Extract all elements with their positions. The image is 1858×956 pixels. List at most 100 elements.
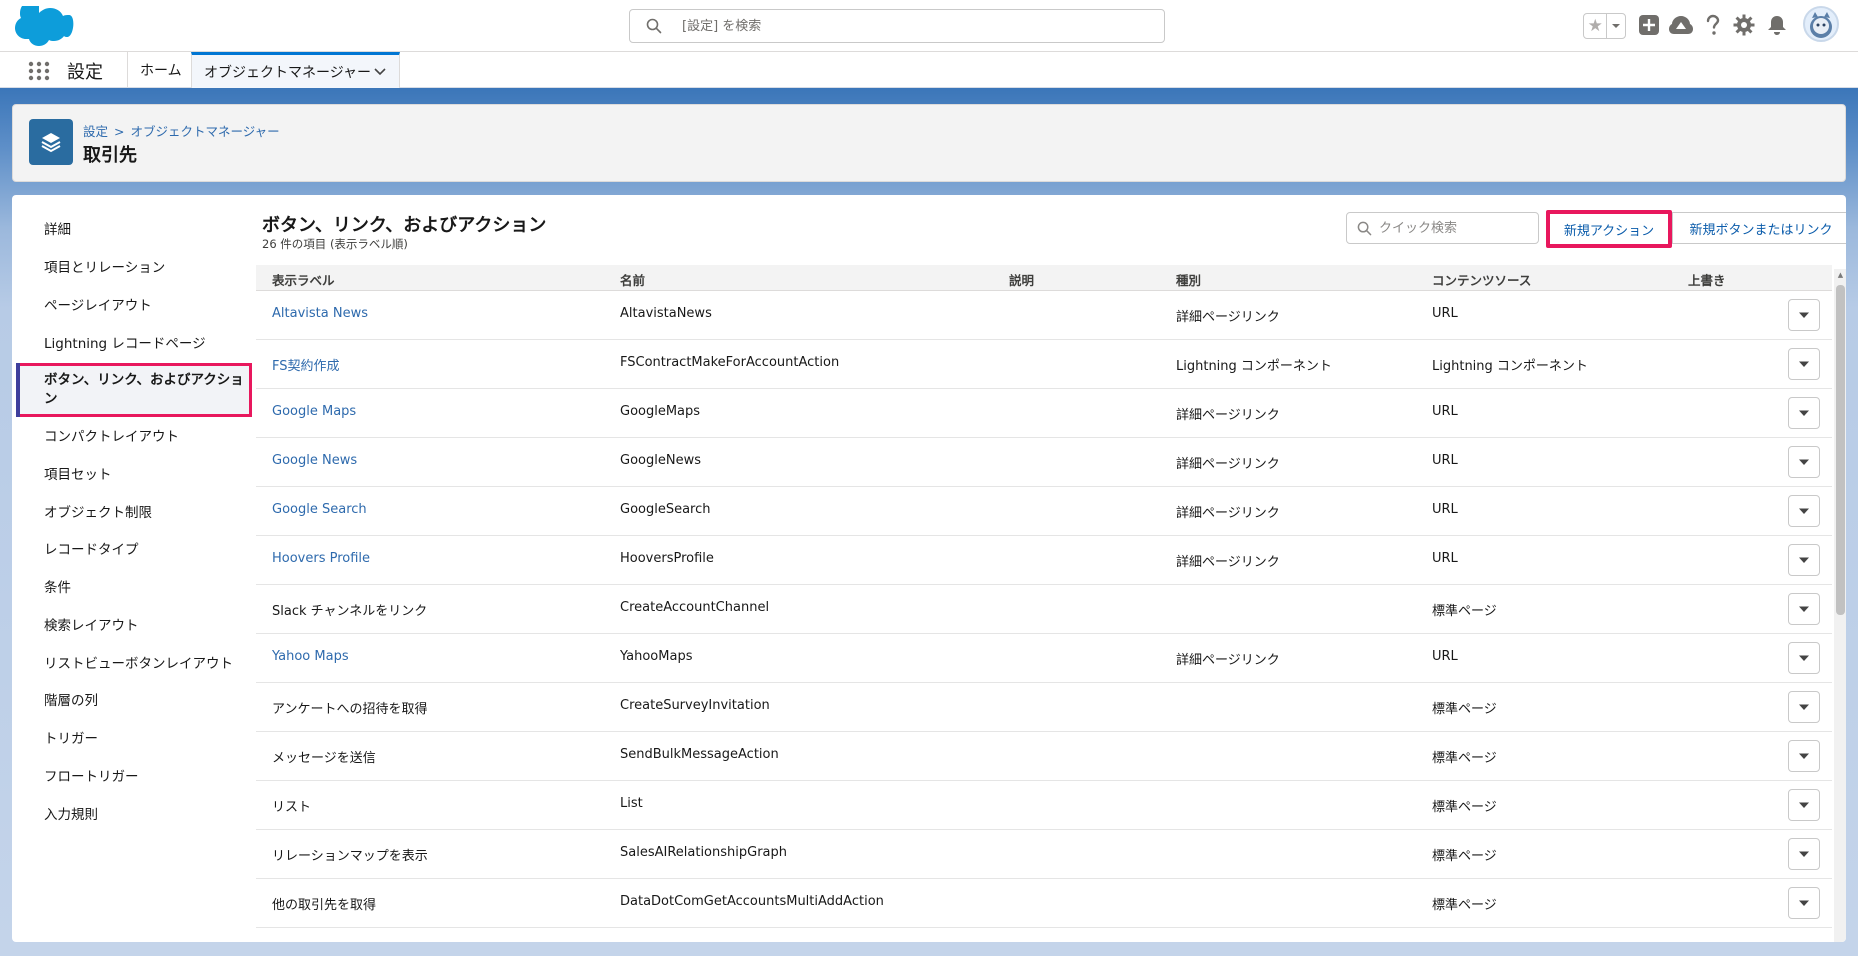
table-row: FS契約作成 FSContractMakeForAccountAction Ligh… [256, 340, 1832, 389]
cell-label[interactable]: FS契約作成 [272, 355, 340, 374]
row-actions-button[interactable] [1788, 789, 1820, 821]
row-actions-button[interactable] [1788, 642, 1820, 674]
chevron-down-icon [1799, 557, 1809, 563]
row-actions-button[interactable] [1788, 446, 1820, 478]
cell-source: 標準ページ [1432, 702, 1497, 717]
cell-name: HooversProfile [620, 551, 714, 566]
cell-label[interactable]: Hoovers Profile [272, 551, 370, 566]
quick-search[interactable] [1346, 212, 1539, 244]
tab-object-manager[interactable]: オブジェクトマネージャー [191, 52, 400, 88]
app-name: 設定 [67, 62, 103, 83]
table-row: リレーションマップを表示 SalesAIRelationshipGraph 標準ペー… [256, 830, 1832, 879]
sidebar-item-flow-triggers[interactable]: フロートリガー [12, 768, 252, 787]
question-icon[interactable] [1700, 12, 1726, 38]
row-actions-button[interactable] [1788, 397, 1820, 429]
chevron-down-icon [1799, 361, 1809, 367]
column-header-label[interactable]: 表示ラベル [272, 270, 335, 289]
global-search[interactable] [629, 9, 1165, 43]
cell-label[interactable]: Google Search [272, 502, 367, 517]
row-actions-button[interactable] [1788, 887, 1820, 919]
table-row: メッセージを送信 SendBulkMessageAction 標準ページ [256, 732, 1832, 781]
waffle-icon[interactable] [28, 61, 50, 81]
page-header: 設定 > オブジェクトマネージャー 取引先 [12, 104, 1846, 182]
row-actions-button[interactable] [1788, 544, 1820, 576]
row-actions-button[interactable] [1788, 348, 1820, 380]
cell-type: 詳細ページリンク [1176, 408, 1280, 423]
table-row: Google Search GoogleSearch 詳細ページリンク URL [256, 487, 1832, 536]
breadcrumb-object-manager[interactable]: オブジェクトマネージャー [130, 124, 279, 139]
cell-name: SendBulkMessageAction [620, 747, 779, 762]
new-button-or-link-button[interactable]: 新規ボタンまたはリンク [1672, 212, 1846, 244]
sidebar-item-field-sets[interactable]: 項目セット [12, 466, 252, 485]
cell-source: 標準ページ [1432, 898, 1497, 913]
column-header-type[interactable]: 種別 [1176, 270, 1201, 289]
search-icon [646, 18, 662, 34]
salesforce-logo[interactable] [14, 6, 74, 48]
cell-name: FSContractMakeForAccountAction [620, 355, 840, 370]
cell-name: AltavistaNews [620, 306, 712, 321]
new-action-button[interactable]: 新規アクション [1546, 210, 1672, 248]
row-actions-button[interactable] [1788, 495, 1820, 527]
page-title: 取引先 [83, 145, 137, 166]
gear-icon[interactable] [1731, 12, 1757, 38]
bell-icon[interactable] [1764, 12, 1790, 38]
star-icon[interactable]: ★ [1584, 14, 1608, 38]
cell-label: メッセージを送信 [272, 751, 376, 766]
breadcrumb-separator: > [114, 124, 125, 139]
sidebar-item-list-view-buttons[interactable]: リストビューボタンレイアウト [12, 655, 252, 674]
cell-source: URL [1432, 649, 1458, 664]
cell-source: 標準ページ [1432, 800, 1497, 815]
sidebar-item-conditions[interactable]: 条件 [12, 579, 252, 598]
layers-icon [29, 119, 73, 165]
cell-source: Lightning コンポーネント [1432, 359, 1588, 374]
sidebar-item-validation-rules[interactable]: 入力規則 [12, 806, 252, 825]
tab-home[interactable]: ホーム [128, 52, 194, 88]
sidebar-item-fields[interactable]: 項目とリレーション [12, 259, 252, 278]
table-row: Google Maps GoogleMaps 詳細ページリンク URL [256, 389, 1832, 438]
breadcrumb-setup[interactable]: 設定 [83, 124, 108, 139]
global-search-input[interactable] [682, 15, 1152, 37]
cell-label[interactable]: Yahoo Maps [272, 649, 349, 664]
sidebar-item-compact-layouts[interactable]: コンパクトレイアウト [12, 428, 252, 447]
avatar[interactable] [1803, 6, 1839, 42]
favorites-group: ★ [1583, 13, 1626, 39]
quick-search-input[interactable] [1379, 218, 1529, 238]
cell-label[interactable]: Altavista News [272, 306, 368, 321]
global-header: ★ [0, 0, 1858, 52]
cell-label[interactable]: Google Maps [272, 404, 356, 419]
cell-label[interactable]: Google News [272, 453, 357, 468]
cell-name: GoogleMaps [620, 404, 701, 419]
chevron-down-icon[interactable] [373, 64, 387, 78]
plus-icon[interactable] [1636, 12, 1662, 38]
table-header: 表示ラベル 名前 説明 種別 コンテンツソース 上書き [256, 265, 1832, 291]
column-header-source[interactable]: コンテンツソース [1432, 270, 1531, 289]
row-actions-button[interactable] [1788, 740, 1820, 772]
row-actions-button[interactable] [1788, 299, 1820, 331]
table-row: リスト List 標準ページ [256, 781, 1832, 830]
sidebar-item-details[interactable]: 詳細 [12, 221, 252, 240]
row-actions-button[interactable] [1788, 593, 1820, 625]
sidebar: 詳細 項目とリレーション ページレイアウト Lightning レコードページ … [12, 195, 252, 942]
column-header-override[interactable]: 上書き [1688, 270, 1726, 289]
sidebar-item-record-types[interactable]: レコードタイプ [12, 541, 252, 560]
row-actions-button[interactable] [1788, 838, 1820, 870]
sidebar-item-object-limits[interactable]: オブジェクト制限 [12, 504, 252, 523]
sidebar-item-hierarchy-columns[interactable]: 階層の列 [12, 692, 252, 711]
sidebar-item-buttons-links-actions[interactable]: ボタン、リンク、およびアクション [16, 363, 252, 417]
sidebar-item-search-layouts[interactable]: 検索レイアウト [12, 617, 252, 636]
chevron-down-icon [1799, 704, 1809, 710]
row-actions-button[interactable] [1788, 691, 1820, 723]
column-header-description[interactable]: 説明 [1009, 270, 1034, 289]
chevron-down-icon [1799, 459, 1809, 465]
sidebar-item-triggers[interactable]: トリガー [12, 730, 252, 749]
scrollbar-thumb[interactable] [1836, 285, 1845, 615]
scroll-up-arrow[interactable]: ▲ [1836, 271, 1845, 281]
favorites-dropdown[interactable] [1607, 14, 1625, 38]
trailhead-icon[interactable] [1668, 12, 1694, 38]
table-row: Slack チャンネルをリンク CreateAccountChannel 標準ページ [256, 585, 1832, 634]
sidebar-item-page-layouts[interactable]: ページレイアウト [12, 297, 252, 316]
table-row: Yahoo Maps YahooMaps 詳細ページリンク URL [256, 634, 1832, 683]
column-header-name[interactable]: 名前 [620, 270, 645, 289]
cell-name: CreateAccountChannel [620, 600, 770, 615]
sidebar-item-lightning-pages[interactable]: Lightning レコードページ [12, 335, 252, 354]
